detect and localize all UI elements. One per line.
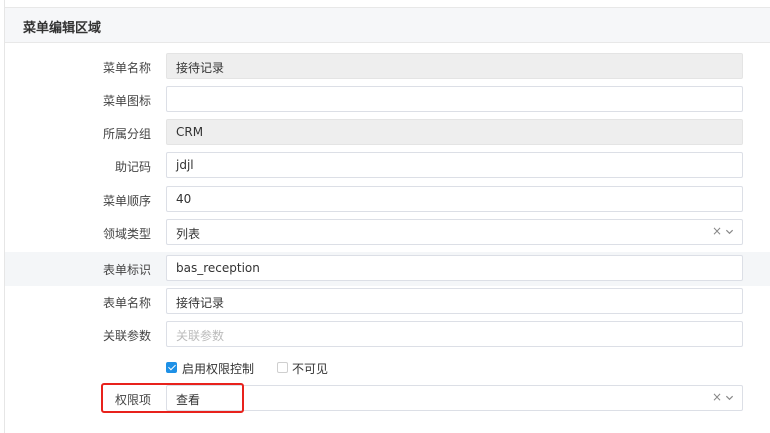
menu-name-label: 菜单名称	[102, 61, 151, 75]
domain-type-value: 列表	[176, 227, 201, 241]
order-input[interactable]: 40	[166, 186, 743, 212]
form-id-input[interactable]: bas_reception	[166, 255, 743, 281]
mnemonic-value: jdjl	[176, 158, 194, 172]
menu-icon-label: 菜单图标	[102, 94, 151, 108]
form-name-label: 表单名称	[102, 296, 151, 310]
row-mnemonic: 助记码 jdjl	[5, 149, 770, 183]
form-name-input[interactable]: 接待记录	[166, 288, 743, 314]
invisible-label[interactable]: 不可见	[292, 360, 328, 377]
enable-permission-label[interactable]: 启用权限控制	[182, 360, 254, 377]
domain-type-select[interactable]: 列表 ×	[166, 219, 743, 245]
row-menu-name: 菜单名称 接待记录	[5, 50, 770, 84]
params-label: 关联参数	[102, 329, 151, 343]
section-header: 菜单编辑区域	[5, 7, 770, 43]
row-group: 所属分组 CRM	[5, 116, 770, 150]
params-placeholder: 关联参数	[176, 329, 225, 343]
group-value: CRM	[176, 125, 204, 139]
row-permission: 权限项 查看 ×	[5, 382, 770, 416]
enable-permission-checkbox[interactable]	[166, 362, 177, 373]
row-domain-type: 领域类型 列表 ×	[5, 216, 770, 250]
clear-icon[interactable]: ×	[712, 224, 722, 238]
row-menu-icon: 菜单图标	[5, 83, 770, 117]
group-field: CRM	[166, 119, 743, 145]
form-id-label: 表单标识	[102, 263, 151, 277]
menu-name-field: 接待记录	[166, 53, 743, 79]
menu-name-value: 接待记录	[176, 61, 225, 75]
row-order: 菜单顺序 40	[5, 183, 770, 217]
mnemonic-input[interactable]: jdjl	[166, 152, 743, 178]
row-form-id: 表单标识 bas_reception	[5, 252, 770, 286]
row-form-name: 表单名称 接待记录	[5, 285, 770, 319]
form-name-value: 接待记录	[176, 296, 225, 310]
mnemonic-label: 助记码	[114, 160, 151, 174]
row-params: 关联参数 关联参数	[5, 318, 770, 352]
permission-select[interactable]: 查看 ×	[166, 385, 743, 411]
invisible-checkbox[interactable]	[277, 362, 288, 373]
domain-type-label: 领域类型	[102, 227, 151, 241]
menu-edit-panel: 菜单编辑区域 菜单名称 接待记录 菜单图标 所属分组 CRM 助记码 jdjl …	[4, 0, 770, 433]
menu-icon-input[interactable]	[166, 86, 743, 112]
group-label: 所属分组	[102, 127, 151, 141]
permission-label: 权限项	[114, 393, 151, 407]
chevron-down-icon[interactable]	[725, 227, 734, 236]
chevron-down-icon[interactable]	[725, 393, 734, 402]
params-input[interactable]: 关联参数	[166, 321, 743, 347]
order-label: 菜单顺序	[102, 194, 151, 208]
section-title: 菜单编辑区域	[23, 21, 102, 36]
clear-icon[interactable]: ×	[712, 390, 722, 404]
order-value: 40	[176, 192, 192, 206]
permission-value: 查看	[176, 393, 201, 407]
form-id-value: bas_reception	[176, 261, 260, 275]
